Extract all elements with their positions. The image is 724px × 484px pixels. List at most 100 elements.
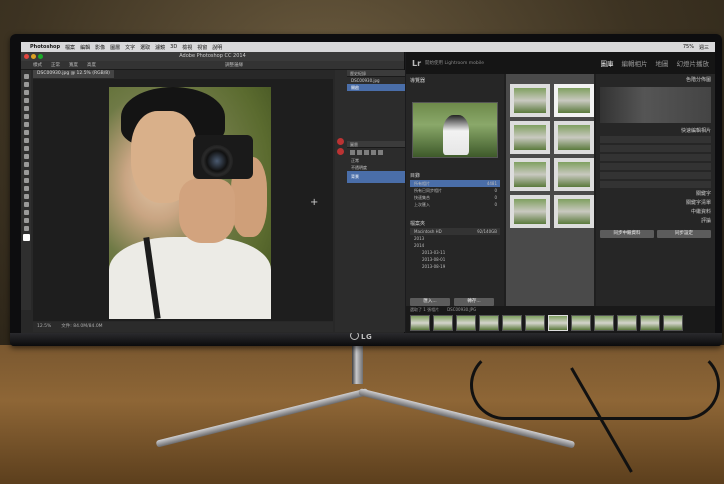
battery-status[interactable]: 75% [683, 44, 694, 51]
menu-item[interactable]: 檔案 [65, 44, 75, 51]
quick-develop-header[interactable]: 快速編輯相片 [596, 127, 715, 134]
film-thumbnail[interactable] [594, 315, 614, 331]
menu-app-name[interactable]: Photoshop [30, 44, 60, 50]
history-step[interactable]: 開啟 [347, 84, 405, 91]
thumbnail[interactable] [510, 121, 550, 154]
catalog-item[interactable]: 所有已同步相片 0 [410, 187, 500, 194]
film-thumbnail[interactable] [525, 315, 545, 331]
catalog-item[interactable]: 所有相片 4481 [410, 180, 500, 187]
folder-item[interactable]: 2013-08-01 [410, 256, 500, 263]
folder-item[interactable]: 2013-03-11 [410, 249, 500, 256]
zoom-level[interactable]: 12.5% [37, 322, 51, 332]
panel-tool-icon[interactable] [371, 150, 376, 155]
quick-select-tool-icon[interactable] [23, 98, 29, 103]
menu-item[interactable]: 濾鏡 [155, 44, 165, 51]
panel-icon[interactable] [336, 148, 344, 155]
shape-tool-icon[interactable] [23, 210, 29, 215]
film-thumbnail[interactable] [502, 315, 522, 331]
metadata-header[interactable]: 中繼資料 [596, 208, 715, 215]
move-tool-icon[interactable] [23, 74, 29, 79]
film-thumbnail[interactable] [617, 315, 637, 331]
film-thumbnail[interactable] [663, 315, 683, 331]
option-normal[interactable]: 正常 [51, 61, 60, 69]
lightroom-mobile-link[interactable]: 開始使用 Lightroom mobile [425, 60, 484, 66]
clock[interactable]: 週三 [699, 44, 709, 51]
menu-item[interactable]: 視窗 [197, 44, 207, 51]
menu-item[interactable]: 3D [170, 44, 177, 50]
dodge-tool-icon[interactable] [23, 178, 29, 183]
zoom-tool-icon[interactable] [23, 226, 29, 231]
sync-settings-button[interactable]: 同步設定 [657, 230, 711, 238]
type-tool-icon[interactable] [23, 194, 29, 199]
module-develop[interactable]: 編輯相片 [622, 58, 648, 68]
zoom-icon[interactable] [38, 54, 43, 59]
opacity-field[interactable]: 不透明度 [347, 164, 405, 171]
navigator-preview[interactable] [412, 102, 498, 158]
layer-background[interactable]: 背景 [347, 171, 405, 183]
thumbnail[interactable] [554, 158, 594, 191]
panel-tool-icon[interactable] [364, 150, 369, 155]
quick-develop-row[interactable] [600, 163, 711, 170]
menu-item[interactable]: 選取 [140, 44, 150, 51]
folder-item[interactable]: 2013 [410, 235, 500, 242]
menu-item[interactable]: 圖層 [110, 44, 120, 51]
catalog-header[interactable]: 目錄 [410, 172, 420, 179]
menu-item[interactable]: 檢視 [182, 44, 192, 51]
panel-tool-icon[interactable] [378, 150, 383, 155]
panel-tool-icon[interactable] [357, 150, 362, 155]
sync-metadata-button[interactable]: 同步中繼資料 [600, 230, 654, 238]
film-thumbnail[interactable] [571, 315, 591, 331]
thumbnail[interactable] [510, 158, 550, 191]
module-map[interactable]: 地圖 [656, 58, 669, 68]
quick-develop-row[interactable] [600, 181, 711, 188]
photoshop-canvas[interactable]: + [33, 79, 333, 321]
folder-item[interactable]: 2013-08-19 [410, 263, 500, 270]
color-swatch-icon[interactable] [22, 234, 30, 241]
film-thumbnail[interactable] [410, 315, 430, 331]
menu-item[interactable]: 說明 [212, 44, 222, 51]
option-style[interactable]: 樣式 [33, 61, 42, 69]
thumbnail[interactable] [554, 121, 594, 154]
keywording-header[interactable]: 關鍵字 [596, 190, 715, 197]
keyword-list-header[interactable]: 關鍵字清單 [596, 199, 715, 206]
eraser-tool-icon[interactable] [23, 154, 29, 159]
gradient-tool-icon[interactable] [23, 162, 29, 167]
close-icon[interactable] [24, 54, 29, 59]
thumbnail[interactable] [554, 195, 594, 228]
folder-item[interactable]: 2014 [410, 242, 500, 249]
crop-tool-icon[interactable] [23, 106, 29, 111]
minimize-icon[interactable] [31, 54, 36, 59]
eyedropper-tool-icon[interactable] [23, 114, 29, 119]
export-button[interactable]: 轉存... [454, 298, 494, 306]
quick-develop-row[interactable] [600, 154, 711, 161]
thumbnail[interactable] [510, 195, 550, 228]
module-slideshow[interactable]: 幻燈片播放 [677, 58, 710, 68]
history-file[interactable]: DSC00930.jpg [347, 77, 405, 84]
quick-develop-row[interactable] [600, 136, 711, 143]
document-tab[interactable]: DSC00930.jpg @ 12.5% (RGB/8) [33, 70, 114, 78]
folders-header[interactable]: 檔案夾 [410, 220, 425, 227]
import-button[interactable]: 匯入... [410, 298, 450, 306]
panel-tool-icon[interactable] [350, 150, 355, 155]
menu-item[interactable]: 編輯 [80, 44, 90, 51]
menu-item[interactable]: 文字 [125, 44, 135, 51]
catalog-item[interactable]: 上次匯入 0 [410, 201, 500, 208]
module-library[interactable]: 圖庫 [601, 58, 614, 68]
stamp-tool-icon[interactable] [23, 138, 29, 143]
film-thumbnail[interactable] [548, 315, 568, 331]
option-height[interactable]: 高度 [87, 61, 96, 69]
brush-tool-icon[interactable] [23, 130, 29, 135]
volume-row[interactable]: Macintosh HD 92/140GB [410, 228, 500, 235]
histogram-header[interactable]: 色階分佈圖 [596, 76, 715, 83]
quick-develop-row[interactable] [600, 145, 711, 152]
layers-panel-header[interactable]: 圖層 [347, 141, 405, 148]
healing-tool-icon[interactable] [23, 122, 29, 127]
quick-develop-row[interactable] [600, 172, 711, 179]
hand-tool-icon[interactable] [23, 218, 29, 223]
comments-header[interactable]: 評論 [596, 217, 715, 224]
thumbnail[interactable] [554, 84, 594, 117]
history-brush-icon[interactable] [23, 146, 29, 151]
film-thumbnail[interactable] [479, 315, 499, 331]
marquee-tool-icon[interactable] [23, 82, 29, 87]
blend-mode-select[interactable]: 正常 [347, 157, 405, 164]
